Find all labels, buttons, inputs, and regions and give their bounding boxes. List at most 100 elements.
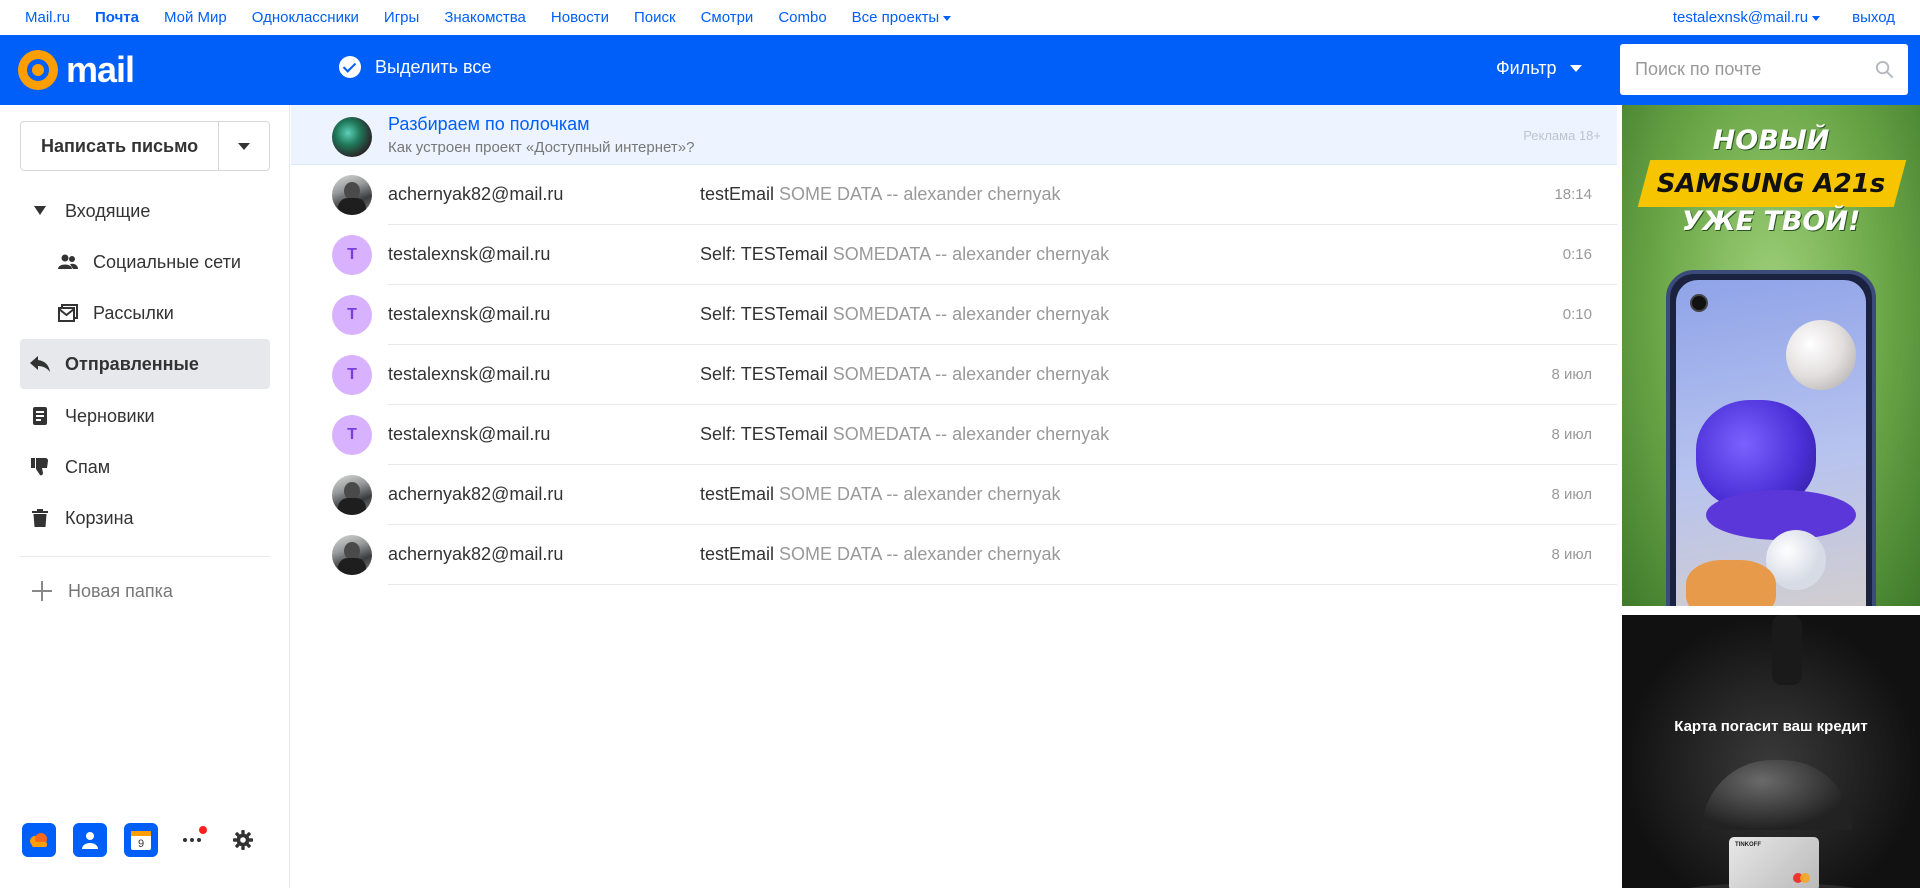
folder-sent[interactable]: Отправленные xyxy=(20,339,270,389)
calendar-day: 9 xyxy=(138,838,144,850)
message-row[interactable]: Ttestalexnsk@mail.ru Self: TESTemail SOME… xyxy=(291,345,1617,405)
message-sender: testalexnsk@mail.ru xyxy=(388,364,551,384)
logout-link[interactable]: выход xyxy=(1852,9,1895,26)
samsung-ad-banner[interactable]: НОВЫЙ SAMSUNG A21s УЖЕ ТВОЙ! xyxy=(1622,105,1920,606)
message-subject-line: Self: TESTemail SOMEDATA -- alexander ch… xyxy=(700,364,1109,385)
message-subject-line: testEmail SOME DATA -- alexander chernya… xyxy=(700,544,1060,565)
select-all-label: Выделить все xyxy=(375,56,492,77)
avatar: T xyxy=(332,295,372,335)
check-circle-icon xyxy=(339,56,361,78)
portal-user-area: testalexnsk@mail.ru выход xyxy=(1673,0,1920,35)
message-snippet: SOMEDATA -- alexander chernyak xyxy=(832,244,1110,264)
message-snippet: SOMEDATA -- alexander chernyak xyxy=(832,364,1110,384)
message-subject: Self: TESTemail xyxy=(700,424,828,444)
message-date: 18:14 xyxy=(1554,186,1592,203)
trash-icon xyxy=(30,508,50,528)
folder-spam[interactable]: Спам xyxy=(20,442,270,492)
portal-link-novosti[interactable]: Новости xyxy=(551,9,609,26)
message-subject-line: Self: TESTemail SOMEDATA -- alexander ch… xyxy=(700,244,1109,265)
mail-logo[interactable]: mail xyxy=(18,48,135,92)
cloud-icon xyxy=(30,833,47,847)
avatar xyxy=(332,175,372,215)
avatar: T xyxy=(332,235,372,275)
ad-title: Разбираем по полочкам xyxy=(388,114,590,134)
message-date: 0:16 xyxy=(1562,246,1592,263)
filter-button[interactable]: Фильтр xyxy=(1496,58,1583,79)
reply-icon xyxy=(30,354,50,374)
avatar-body xyxy=(338,198,366,215)
folder-trash[interactable]: Корзина xyxy=(20,493,270,543)
compose-dropdown-button[interactable] xyxy=(219,122,269,170)
thumb-down-icon xyxy=(30,457,50,477)
tinkoff-ad-banner[interactable]: Карта погасит ваш кредит TINKOFF xyxy=(1622,615,1920,888)
phone-image xyxy=(1666,270,1876,606)
portal-link-mailru[interactable]: Mail.ru xyxy=(25,9,70,26)
portal-link-pochta[interactable]: Почта xyxy=(95,9,139,26)
ad-avatar xyxy=(332,117,372,157)
more-apps-button[interactable] xyxy=(175,823,209,857)
portal-link-combo[interactable]: Combo xyxy=(778,9,826,26)
portal-link-moy-mir[interactable]: Мой Мир xyxy=(164,9,227,26)
message-subject: Self: TESTemail xyxy=(700,244,828,264)
compose-button[interactable]: Написать письмо xyxy=(21,122,220,170)
newsletter-icon xyxy=(58,303,78,323)
folder-drafts[interactable]: Черновики xyxy=(20,391,270,441)
search-box xyxy=(1620,44,1908,95)
new-folder-button[interactable]: Новая папка xyxy=(20,571,173,611)
logo-text: mail xyxy=(66,49,135,90)
credit-card-image: TINKOFF xyxy=(1729,837,1819,888)
portal-link-smotri[interactable]: Смотри xyxy=(701,9,754,26)
message-subject-line: testEmail SOME DATA -- alexander chernya… xyxy=(700,184,1060,205)
message-date: 8 июл xyxy=(1551,546,1592,563)
portal-link-all-projects[interactable]: Все проекты xyxy=(852,9,952,26)
message-row[interactable]: achernyak82@mail.ru testEmail SOME DATA -… xyxy=(291,165,1617,225)
message-subject-line: Self: TESTemail SOMEDATA -- alexander ch… xyxy=(700,424,1109,445)
cloche-image xyxy=(1702,760,1852,830)
folder-label: Входящие xyxy=(65,200,151,221)
portal-link-poisk[interactable]: Поиск xyxy=(634,9,676,26)
folder-social[interactable]: Социальные сети xyxy=(20,237,270,287)
message-snippet: SOME DATA -- alexander chernyak xyxy=(779,184,1061,204)
chevron-down-icon xyxy=(943,15,952,21)
folder-label: Черновики xyxy=(65,405,155,426)
ad-label: Реклама 18+ xyxy=(1523,128,1601,143)
message-row[interactable]: Ttestalexnsk@mail.ru Self: TESTemail SOME… xyxy=(291,285,1617,345)
triangle-down-icon xyxy=(1570,65,1583,72)
portal-link-znakomstva[interactable]: Знакомства xyxy=(444,9,526,26)
avatar-body xyxy=(338,498,366,515)
folder-label: Социальные сети xyxy=(93,251,241,272)
triangle-down-icon[interactable] xyxy=(30,201,50,221)
calendar-app-button[interactable]: 9 xyxy=(124,823,158,857)
folder-newsletters[interactable]: Рассылки xyxy=(20,288,270,338)
search-input[interactable] xyxy=(1635,49,1875,90)
contacts-app-button[interactable] xyxy=(73,823,107,857)
portal-link-igry[interactable]: Игры xyxy=(384,9,419,26)
search-icon[interactable] xyxy=(1875,60,1894,79)
calendar-icon: 9 xyxy=(131,831,151,850)
draft-icon xyxy=(30,406,50,426)
row-divider xyxy=(388,584,1617,585)
message-row[interactable]: Ttestalexnsk@mail.ru Self: TESTemail SOME… xyxy=(291,225,1617,285)
portal-link-odnoklassniki[interactable]: Одноклассники xyxy=(252,9,359,26)
settings-button[interactable] xyxy=(226,823,260,857)
message-sender: achernyak82@mail.ru xyxy=(388,184,564,204)
message-row[interactable]: achernyak82@mail.ru testEmail SOME DATA -… xyxy=(291,525,1617,585)
user-menu[interactable]: testalexnsk@mail.ru xyxy=(1673,9,1821,26)
more-dots-icon xyxy=(183,838,201,842)
mail-header: mail Выделить все Фильтр xyxy=(0,35,1920,105)
notification-dot xyxy=(199,826,207,834)
folder-inbox[interactable]: Входящие xyxy=(20,186,270,236)
banner-line-2: SAMSUNG A21s xyxy=(1656,169,1886,199)
avatar xyxy=(332,535,372,575)
ad-message-row[interactable]: Разбираем по полочкам Как устроен проект… xyxy=(291,105,1617,165)
select-all-button[interactable]: Выделить все xyxy=(339,56,491,78)
message-row[interactable]: Ttestalexnsk@mail.ru Self: TESTemail SOME… xyxy=(291,405,1617,465)
phone-screen xyxy=(1676,280,1866,606)
new-folder-label: Новая папка xyxy=(68,580,173,601)
message-list: Разбираем по полочкам Как устроен проект… xyxy=(291,105,1617,585)
message-row[interactable]: achernyak82@mail.ru testEmail SOME DATA -… xyxy=(291,465,1617,525)
cloud-app-button[interactable] xyxy=(22,823,56,857)
message-snippet: SOMEDATA -- alexander chernyak xyxy=(832,304,1110,324)
mastercard-circle xyxy=(1800,873,1810,883)
folder-label: Рассылки xyxy=(93,302,174,323)
